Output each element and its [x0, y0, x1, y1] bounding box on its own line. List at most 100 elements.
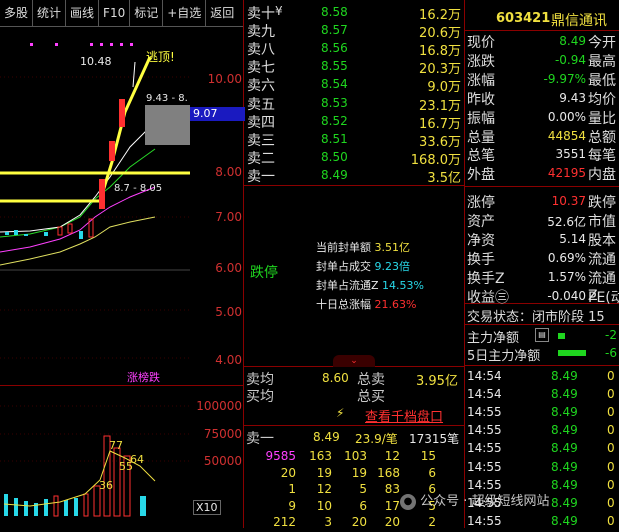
quote-row: 外盘 42195 内盘 — [467, 164, 619, 184]
quote-value: 0.00% — [547, 109, 586, 124]
net5-bar — [558, 350, 586, 356]
toolbar-mark[interactable]: 标记 — [130, 0, 164, 26]
ask-row[interactable]: 卖九 8.57 20.6万 — [245, 22, 463, 41]
marker-dot — [100, 43, 103, 46]
deal-cell: 20 — [384, 515, 400, 529]
quote-label: 资产 — [467, 214, 495, 231]
ask-vol: 3.5亿 — [427, 170, 461, 186]
ask-row[interactable]: 卖五 8.53 23.1万 — [245, 95, 463, 114]
deal-cell: 10 — [316, 498, 332, 513]
ask-price: 8.50 — [321, 149, 348, 164]
ask-vol: 168.0万 — [410, 152, 461, 168]
quote-row: 收益㊂ -0.040 PE(动 — [467, 287, 619, 306]
quote-value: 3551 — [555, 147, 586, 162]
volume-bar — [44, 499, 48, 516]
ask-row[interactable]: 卖十 ¥8.58 16.2万 — [245, 4, 463, 23]
table-icon[interactable]: ▤ — [535, 328, 549, 342]
view-detail-link[interactable]: 查看千档盘口 — [365, 406, 443, 425]
price-tick: 5.00 — [215, 305, 242, 319]
quote-value: -9.97% — [543, 71, 586, 86]
volume-tick: 100000 — [196, 399, 242, 413]
quote-value: -0.94 — [554, 52, 586, 67]
ask-row[interactable]: 卖八 8.56 16.8万 — [245, 40, 463, 59]
toolbar-draw[interactable]: 画线 — [66, 0, 100, 26]
expand-button[interactable]: ⌄ — [333, 355, 375, 367]
tick-vol: 0 — [607, 459, 615, 474]
ask-price: 8.56 — [321, 41, 348, 56]
quote-row: 振幅 0.00% 量比 — [467, 108, 619, 127]
volume-bar — [74, 498, 78, 516]
ask-price: 8.49 — [321, 167, 348, 182]
tick-vol: 0 — [607, 441, 615, 456]
price-tick: 7.00 — [215, 210, 242, 224]
seal-label: 封单占流通Z — [316, 279, 379, 292]
candle — [44, 232, 48, 236]
ask-label: 卖六 — [247, 78, 275, 95]
quote-label2: 总额 — [588, 129, 616, 146]
toolbar-multi-stock[interactable]: 多股 — [0, 0, 34, 26]
watermark-text: 公众号 · 超级短线网站 — [420, 494, 550, 509]
seal-value: 3.51亿 — [374, 241, 411, 254]
price-range-box — [145, 105, 190, 145]
deal-cell: 12 — [316, 482, 332, 496]
quote-label2: 流通 — [588, 251, 616, 268]
ask-row[interactable]: 卖六 8.54 9.0万 — [245, 76, 463, 96]
toolbar-back[interactable]: 返回 — [206, 0, 238, 26]
candle — [57, 226, 63, 236]
quote-label2: 市值 — [588, 214, 616, 231]
quote-label: 现价 — [467, 35, 495, 51]
tick-time: 14:55 — [467, 459, 502, 474]
deal-cell: 9585 — [265, 449, 296, 463]
tick-time: 14:55 — [467, 405, 502, 420]
deal-cell: 19 — [316, 465, 332, 480]
toolbar-stats[interactable]: 统计 — [33, 0, 67, 26]
deal-cell: 212 — [273, 515, 296, 529]
ask-row[interactable]: 卖四 8.52 16.7万 — [245, 113, 463, 132]
ask-label: 卖四 — [247, 114, 275, 131]
quote-value: 42195 — [547, 166, 586, 181]
ask-vol: 33.6万 — [419, 134, 461, 150]
candle — [79, 231, 83, 239]
quote-row: 换手 0.69% 流通 — [467, 249, 619, 268]
ask-price: 8.57 — [321, 23, 348, 38]
quote-row: 涨停 10.37 跌停 — [467, 192, 619, 211]
high-label: 10.48 — [80, 55, 112, 68]
tick-price: 8.49 — [551, 441, 578, 456]
deal-cell: 1 — [288, 482, 296, 496]
tick-time: 14:55 — [467, 513, 502, 528]
quote-label2: 每笔 — [588, 148, 616, 165]
quote-label: 外盘 — [467, 167, 495, 184]
tick-row: 14:55 8.49 0 — [467, 405, 619, 423]
deal-cell: 20 — [280, 465, 296, 480]
ask-row[interactable]: 卖三 8.51 33.6万 — [245, 131, 463, 150]
ask-row[interactable]: 卖七 8.55 20.3万 — [245, 58, 463, 77]
tick-vol: 0 — [607, 387, 615, 402]
divider — [243, 0, 244, 528]
volume-scale[interactable]: X10 — [193, 500, 221, 515]
tick-row: 14:54 8.49 0 — [467, 387, 619, 405]
ask-label: 卖十 — [247, 6, 275, 22]
quote-value: 44854 — [547, 128, 586, 143]
toolbar-add-watch[interactable]: +自选 — [163, 0, 207, 26]
deal-cell: 3 — [324, 515, 332, 529]
tick-row: 14:55 8.49 0 — [467, 514, 619, 532]
quote-label2: 最低 — [588, 72, 616, 89]
ask-row[interactable]: 卖二 8.50 168.0万 — [245, 149, 463, 168]
ask-price: 8.51 — [321, 131, 348, 146]
quote-label2: 量比 — [588, 110, 616, 127]
tick-vol: 0 — [607, 495, 615, 510]
ask-row[interactable]: 卖一 8.49 3.5亿 — [245, 167, 463, 186]
seal-value: 21.63% — [374, 298, 417, 311]
currency-icon: ¥ — [275, 4, 283, 18]
marker-dot — [30, 43, 33, 46]
tick-price: 8.49 — [551, 387, 578, 402]
tick-price: 8.49 — [551, 423, 578, 438]
quote-row: 涨跌 -0.94 最高 — [467, 51, 619, 70]
ask-vol: 9.0万 — [427, 80, 461, 96]
current-price-tag: 9.07 — [190, 107, 245, 121]
deal-row: 212 3 20 20 2 — [245, 515, 463, 531]
ask-label: 卖七 — [247, 60, 275, 77]
quote-label2: 内盘 — [588, 167, 616, 184]
toolbar-f10[interactable]: F10 — [99, 0, 131, 26]
ask-vol: 16.7万 — [419, 116, 461, 132]
